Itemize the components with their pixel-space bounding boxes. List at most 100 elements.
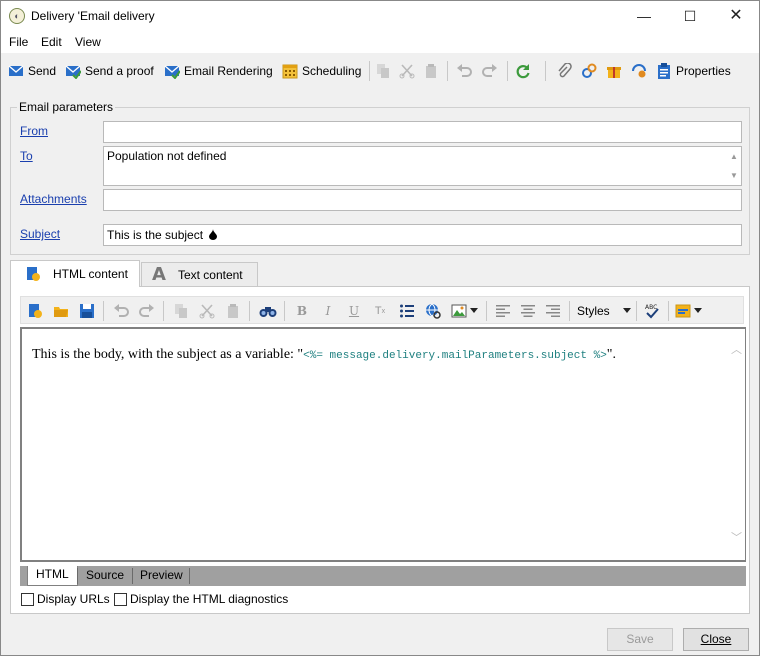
styles-label: Styles [577,304,610,318]
tab-html-view[interactable]: HTML [27,566,78,586]
editor-redo-button[interactable] [137,301,157,321]
editor-cut-button[interactable] [197,301,217,321]
insert-link-button[interactable] [423,301,443,321]
save-file-button[interactable] [77,301,97,321]
scheduling-button[interactable]: Scheduling [282,61,361,81]
title-bar: ◐ Delivery 'Email delivery — ☐ ✕ [1,1,759,31]
clipboard-icon [228,304,238,318]
paperclip-icon [558,63,572,78]
binoculars-icon [259,307,277,317]
menu-file[interactable]: File [9,35,28,49]
properties-button[interactable]: Properties [656,61,731,81]
scroll-down-icon[interactable]: ▼ [727,166,741,185]
refresh-icon [516,64,530,79]
insert-image-button[interactable] [449,301,479,321]
save-button[interactable]: Save [607,628,673,651]
align-center-button[interactable] [518,301,538,321]
svg-text:ABC: ABC [645,304,657,311]
editor-toolbar-separator [249,301,250,321]
tab-text-label: Text content [177,267,243,282]
find-button[interactable] [257,301,279,321]
attachments-field[interactable] [103,189,742,211]
view-tab-separator [189,568,190,584]
email-rendering-button[interactable]: Email Rendering [164,61,273,81]
styles-dropdown[interactable]: Styles [573,300,633,322]
minimize-button[interactable]: — [621,1,667,31]
scheduling-label: Scheduling [302,64,362,78]
close-window-button[interactable]: ✕ [713,1,759,31]
undo-icon [114,304,129,317]
personalization-button[interactable] [673,301,703,321]
from-field[interactable] [103,121,742,143]
attach-button[interactable] [556,61,576,81]
copy-icon [377,64,389,78]
cut-button[interactable] [399,61,419,81]
tab-text-content[interactable]: A Text content [141,262,258,286]
spellcheck-button[interactable]: ABC [641,301,663,321]
align-right-button[interactable] [543,301,563,321]
scroll-down-icon[interactable]: ﹀ [728,529,745,545]
send-proof-button[interactable]: Send a proof [65,61,154,81]
maximize-button[interactable]: ☐ [667,1,713,31]
send-button[interactable]: Send [8,61,56,81]
attachments-link[interactable]: Attachments [20,192,87,206]
scroll-up-icon[interactable]: ︿ [728,341,745,357]
offer-button[interactable] [606,61,626,81]
spellcheck-icon: ABC [645,304,659,319]
letter-a-icon: A [152,264,166,285]
to-field-scrollbar[interactable]: ▲ ▼ [727,147,741,185]
tab-source-view[interactable]: Source [80,567,130,585]
scroll-up-icon[interactable]: ▲ [727,147,741,166]
copy-button[interactable] [375,61,395,81]
close-button[interactable]: Close [683,628,749,651]
bullet-list-button[interactable] [397,301,417,321]
tracking-button[interactable] [631,61,651,81]
floppy-disk-icon [80,304,94,318]
app-icon: ◐ [9,8,25,24]
view-tab-separator [132,568,133,584]
menu-bar: File Edit View [1,31,759,53]
clipboard-list-icon [658,63,670,79]
italic-button[interactable]: I [319,301,337,321]
subject-link[interactable]: Subject [20,227,60,241]
underline-button[interactable]: U [345,301,363,321]
redo-icon [139,304,154,317]
tab-preview-view[interactable]: Preview [134,567,189,585]
main-toolbar: Send Send a proof Email Rendering Schedu… [1,55,759,87]
new-document-button[interactable] [25,301,45,321]
to-field[interactable]: Population not defined ▲ ▼ [103,146,742,186]
send-proof-label: Send a proof [85,64,154,78]
editor-paste-button[interactable] [223,301,243,321]
paste-button[interactable] [423,61,443,81]
editor-toolbar-separator [163,301,164,321]
menu-edit[interactable]: Edit [41,35,62,49]
editor-scrollbar[interactable]: ︿ ﹀ [728,329,745,560]
align-left-button[interactable] [493,301,513,321]
from-link[interactable]: From [20,124,48,138]
display-diagnostics-checkbox[interactable]: Display the HTML diagnostics [114,592,288,606]
menu-view[interactable]: View [75,35,101,49]
refresh-button[interactable] [515,61,535,81]
checkbox-box[interactable] [114,592,127,606]
editor-toolbar-separator [636,301,637,321]
bold-button[interactable]: B [293,301,311,321]
view-mode-tabs: HTML Source Preview [20,566,746,586]
redo-button[interactable] [482,61,502,81]
scissors-icon [199,304,215,319]
align-left-icon [496,305,510,317]
html-editor[interactable]: This is the body, with the subject as a … [20,327,746,562]
undo-button[interactable] [456,61,476,81]
checkbox-box[interactable] [21,592,34,606]
subject-field[interactable]: This is the subject [103,224,742,246]
to-link[interactable]: To [20,149,33,163]
link-button[interactable] [581,61,601,81]
html-document-icon [27,267,40,281]
editor-copy-button[interactable] [171,301,191,321]
editor-undo-button[interactable] [111,301,131,321]
open-button[interactable] [51,301,71,321]
clear-format-button[interactable]: Tx [371,301,389,321]
tab-html-content[interactable]: HTML content [10,260,140,287]
editor-body-text[interactable]: This is the body, with the subject as a … [32,347,616,363]
editor-toolbar-separator [569,301,570,321]
display-urls-checkbox[interactable]: Display URLs [21,592,110,606]
